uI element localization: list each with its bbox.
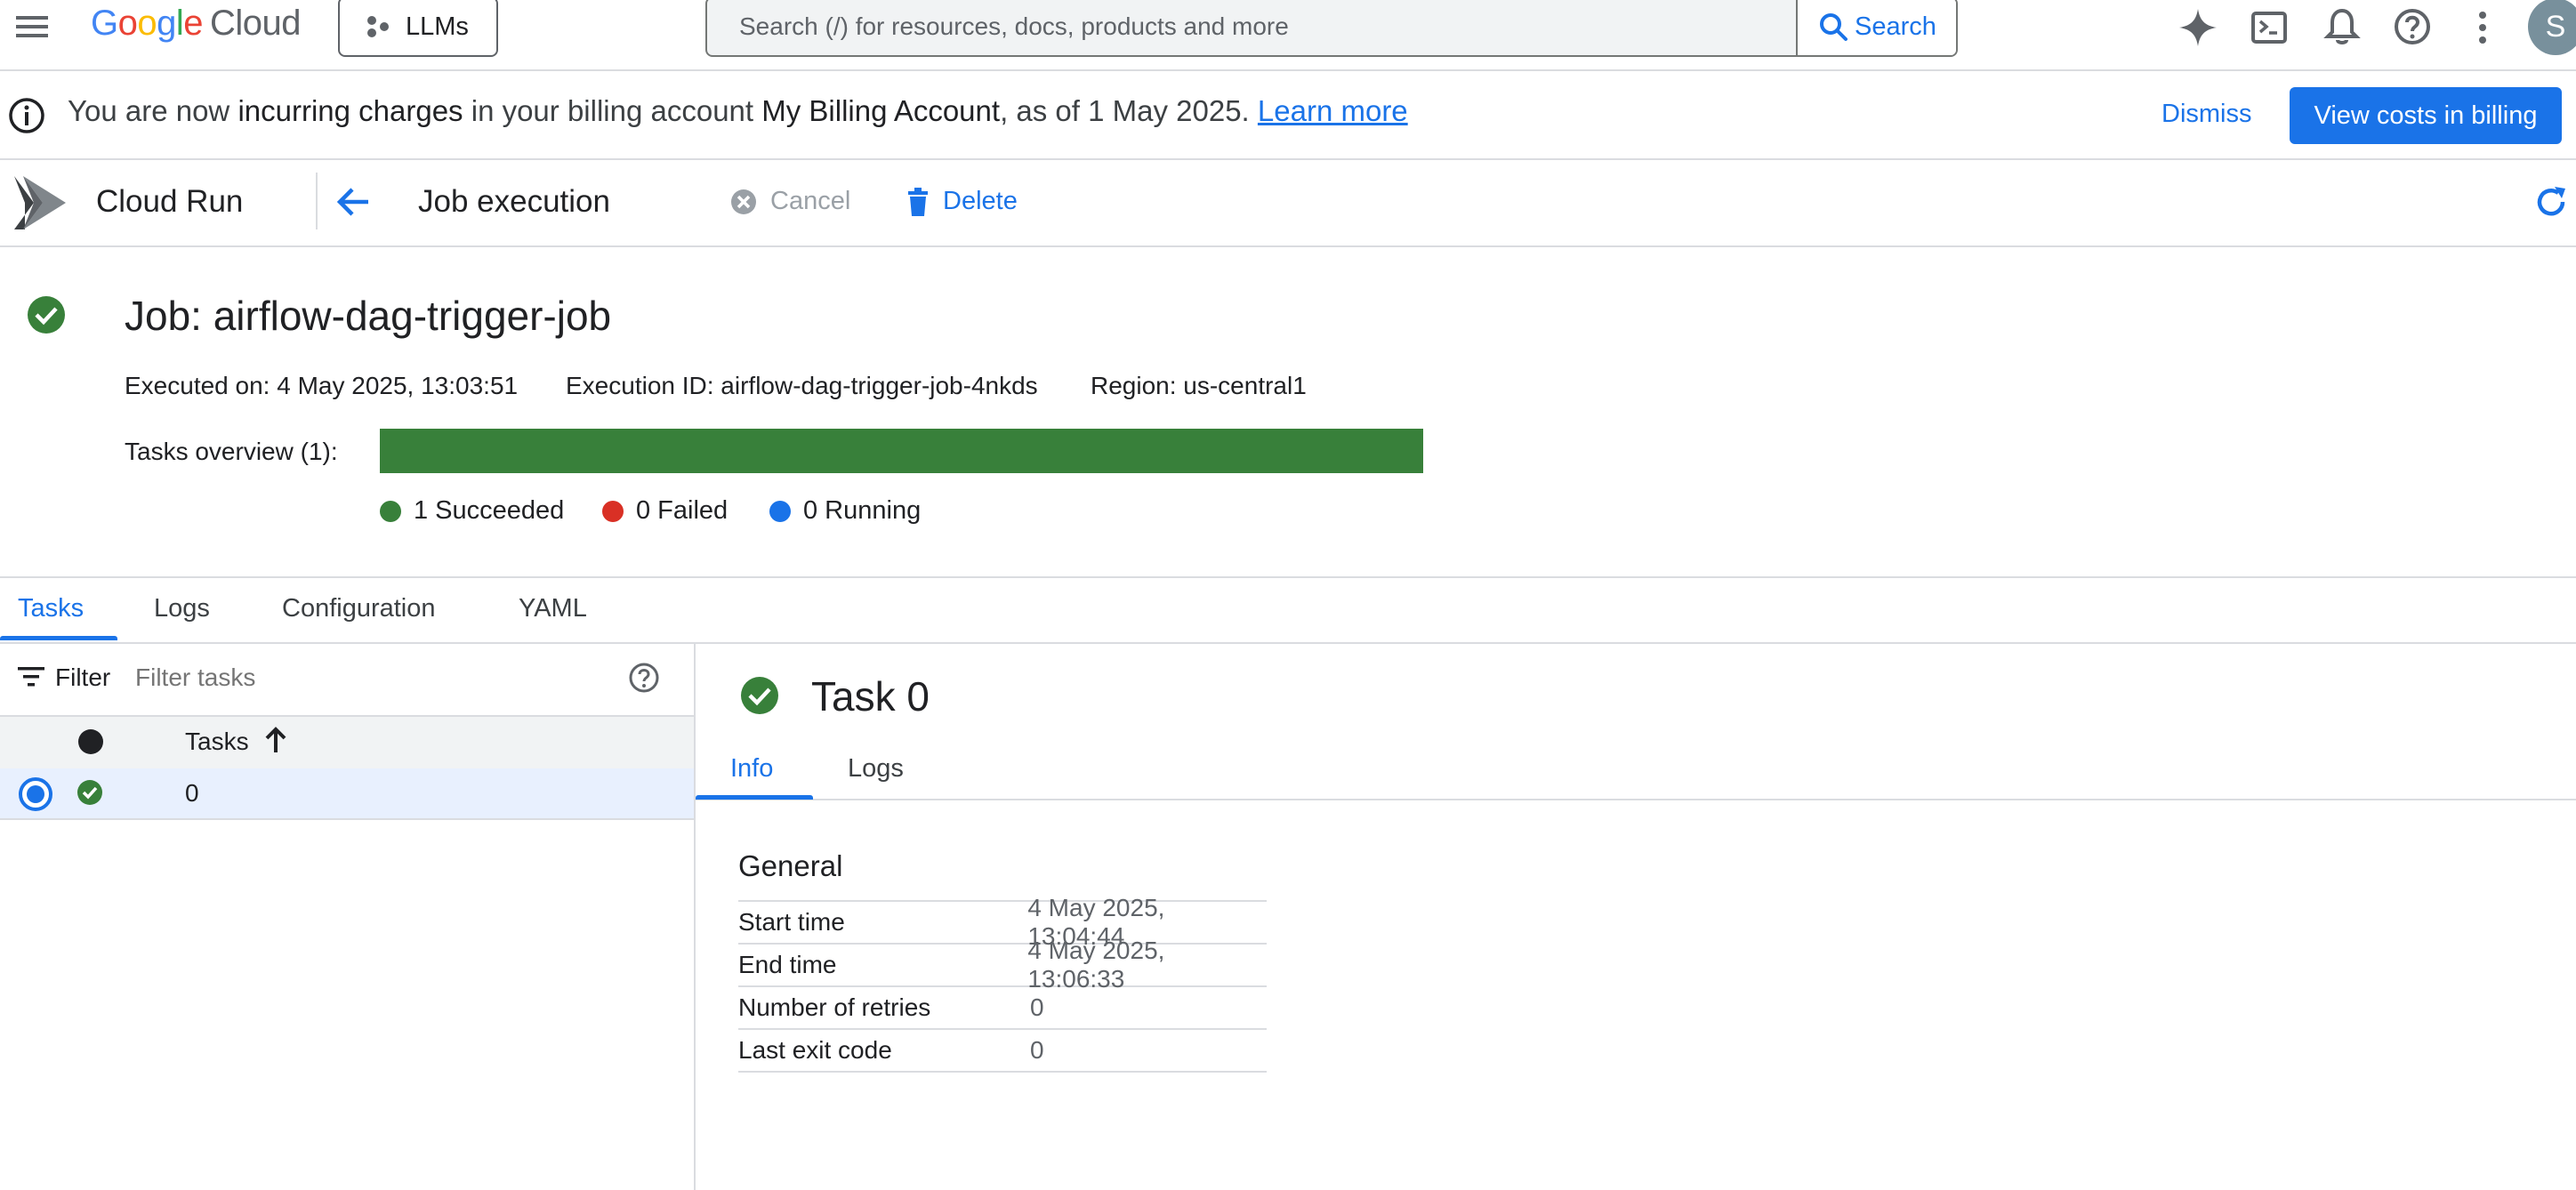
task-success-icon xyxy=(76,779,103,806)
task-detail-title: Task 0 xyxy=(811,673,930,720)
cancel-icon xyxy=(729,188,758,216)
failed-count: 0 Failed xyxy=(636,496,729,525)
field-value: 0 xyxy=(1030,993,1044,1021)
main-menu-icon[interactable] xyxy=(12,9,52,44)
cloud-run-icon xyxy=(12,174,69,231)
cancel-button[interactable]: Cancel xyxy=(729,187,850,216)
task-detail-success-icon xyxy=(740,676,779,715)
field-key: Last exit code xyxy=(738,1036,892,1064)
billing-text-2: in your billing account xyxy=(463,94,762,127)
succeeded-dot xyxy=(380,500,401,522)
view-costs-button[interactable]: View costs in billing xyxy=(2290,87,2562,144)
project-icon xyxy=(365,13,391,40)
running-dot xyxy=(769,500,791,522)
help-icon[interactable] xyxy=(2393,7,2432,46)
table-row[interactable] xyxy=(0,768,694,820)
sort-ascending-icon[interactable] xyxy=(263,726,288,756)
logo-google: Google xyxy=(91,4,204,43)
top-bar: Google Cloud LLMs Search S xyxy=(0,0,2576,71)
avatar[interactable]: S xyxy=(2528,0,2576,55)
gemini-icon[interactable] xyxy=(2178,7,2218,48)
filter-help-icon[interactable] xyxy=(628,662,660,694)
notifications-icon[interactable] xyxy=(2323,7,2361,46)
product-name[interactable]: Cloud Run xyxy=(96,184,243,220)
filter-label[interactable]: Filter xyxy=(55,663,110,692)
legend-succeeded: 1 Succeeded xyxy=(380,496,564,526)
subtab-info-indicator xyxy=(696,795,813,800)
tasks-progress-fill xyxy=(380,429,1423,473)
billing-message: You are now incurring charges in your bi… xyxy=(68,94,1408,128)
tasks-column-header[interactable]: Tasks xyxy=(185,728,249,756)
legend-running: 0 Running xyxy=(769,496,921,526)
legend-failed: 0 Failed xyxy=(602,496,728,526)
region: Region: us-central1 xyxy=(1091,372,1307,399)
subtab-logs[interactable]: Logs xyxy=(848,754,904,784)
cancel-label: Cancel xyxy=(770,187,851,215)
job-title: Job: airflow-dag-trigger-job xyxy=(125,293,612,339)
field-last-exit-code: Last exit code 0 xyxy=(738,1030,1267,1073)
billing-text-3: , as of 1 May 2025. xyxy=(1000,94,1258,127)
tab-configuration[interactable]: Configuration xyxy=(282,594,436,623)
toolbar-divider xyxy=(316,173,318,229)
cloud-shell-icon[interactable] xyxy=(2250,9,2288,46)
tab-tasks[interactable]: Tasks xyxy=(18,594,84,623)
project-name: LLMs xyxy=(406,12,469,41)
info-icon xyxy=(7,96,46,135)
delete-icon xyxy=(906,187,930,216)
logo-cloud: Cloud xyxy=(210,4,302,43)
refresh-icon[interactable] xyxy=(2533,183,2569,221)
billing-account-name: My Billing Account xyxy=(761,94,1001,127)
tab-yaml[interactable]: YAML xyxy=(519,594,587,623)
subtab-info[interactable]: Info xyxy=(730,754,773,784)
subtabs-divider xyxy=(696,799,2576,800)
learn-more-link[interactable]: Learn more xyxy=(1258,94,1408,127)
search-button[interactable]: Search xyxy=(1796,0,1956,55)
tab-tasks-indicator xyxy=(0,636,117,640)
back-arrow-icon[interactable] xyxy=(333,181,374,222)
more-options-icon[interactable] xyxy=(2469,9,2496,46)
general-section-title: General xyxy=(738,849,843,882)
field-value: 0 xyxy=(1030,1036,1044,1064)
row-radio-selected[interactable] xyxy=(18,776,53,812)
search-bar[interactable]: Search xyxy=(705,0,1958,57)
filter-icon[interactable] xyxy=(18,665,44,688)
job-success-icon xyxy=(27,295,66,334)
tasks-progress-bar xyxy=(380,429,1423,473)
page-toolbar xyxy=(0,160,2576,247)
filter-tasks-input[interactable] xyxy=(135,658,607,697)
field-key: Number of retries xyxy=(738,993,931,1021)
failed-dot xyxy=(602,500,624,522)
search-icon xyxy=(1817,11,1849,43)
search-input[interactable] xyxy=(707,0,1791,54)
running-count: 0 Running xyxy=(803,496,922,525)
google-cloud-logo[interactable]: Google Cloud xyxy=(91,4,302,44)
executed-on: Executed on: 4 May 2025, 13:03:51 xyxy=(125,372,519,399)
field-number-of-retries: Number of retries 0 xyxy=(738,987,1267,1030)
project-picker[interactable]: LLMs xyxy=(338,0,498,57)
page-title: Job execution xyxy=(418,184,610,219)
search-button-label: Search xyxy=(1855,12,1936,41)
task-index[interactable]: 0 xyxy=(185,779,199,808)
tab-logs[interactable]: Logs xyxy=(154,594,210,623)
tasks-overview-label: Tasks overview (1): xyxy=(125,438,338,465)
delete-button[interactable]: Delete xyxy=(906,187,1018,216)
status-column-icon xyxy=(78,729,103,754)
succeeded-count: 1 Succeeded xyxy=(414,496,565,525)
field-key: Start time xyxy=(738,908,845,936)
field-end-time: End time 4 May 2025, 13:06:33 xyxy=(738,937,1267,993)
delete-label: Delete xyxy=(943,187,1018,215)
avatar-initial: S xyxy=(2545,9,2566,44)
billing-text-charges: incurring charges xyxy=(237,94,463,127)
field-value: 4 May 2025, 13:06:33 xyxy=(1027,937,1165,993)
field-key: End time xyxy=(738,951,837,978)
dismiss-button[interactable]: Dismiss xyxy=(2161,100,2252,129)
billing-text-1: You are now xyxy=(68,94,238,127)
execution-id: Execution ID: airflow-dag-trigger-job-4n… xyxy=(566,372,1038,399)
task-table-header xyxy=(0,715,694,770)
